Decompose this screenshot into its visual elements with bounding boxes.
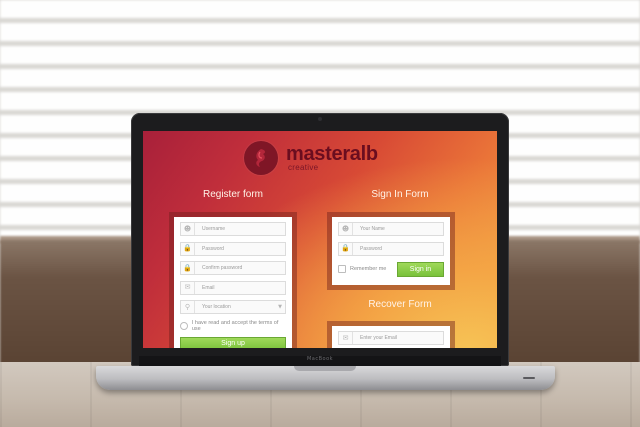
- register-form-title: Register form: [202, 189, 263, 200]
- register-form-card: ☻ Username 🔒 Password 🔒 Confirm password…: [174, 217, 292, 348]
- laptop-hinge: MacBook: [139, 356, 501, 366]
- camera-icon: [318, 117, 322, 121]
- register-location-select[interactable]: ⚲ Your location ▼: [180, 300, 286, 314]
- user-icon: ☻: [339, 223, 353, 235]
- laptop-screen: masteralb creative Register form ☻ Usern…: [143, 131, 497, 348]
- brand-tagline: creative: [288, 163, 319, 172]
- terms-label: I have read and accept the terms of use: [191, 319, 279, 332]
- signin-name-placeholder: Your Name: [360, 226, 385, 232]
- terms-checkbox[interactable]: [180, 321, 188, 330]
- mail-icon: ✉: [181, 281, 195, 294]
- register-password-placeholder: Password: [202, 245, 224, 252]
- register-form-panel: ☻ Username 🔒 Password 🔒 Confirm password…: [169, 212, 297, 348]
- chevron-down-icon: ▼: [278, 304, 282, 310]
- lock-icon: 🔒: [181, 262, 195, 274]
- register-confirm-password-placeholder: Confirm password: [202, 265, 243, 271]
- user-icon: ☻: [181, 223, 195, 235]
- remember-label: Remember me: [350, 266, 387, 272]
- register-password-field[interactable]: 🔒 Password: [180, 241, 286, 256]
- laptop-base: [96, 366, 555, 390]
- lock-icon: 🔒: [339, 242, 353, 255]
- register-username-placeholder: Username: [202, 226, 226, 232]
- signin-password-placeholder: Password: [360, 245, 382, 252]
- laptop-trackpad-notch: [294, 366, 356, 371]
- laptop-status-light: [523, 377, 535, 379]
- brand-logo-icon: [244, 141, 278, 175]
- register-email-placeholder: Email: [202, 284, 215, 291]
- signin-form-card: ☻ Your Name 🔒 Password Remember me Sign …: [332, 217, 450, 285]
- signin-form-panel: ☻ Your Name 🔒 Password Remember me Sign …: [327, 212, 455, 290]
- brand-header: masteralb creative: [244, 141, 404, 175]
- recover-email-placeholder: Enter your Email: [360, 335, 397, 341]
- remember-checkbox[interactable]: [338, 265, 346, 273]
- laptop-lid: masteralb creative Register form ☻ Usern…: [131, 113, 509, 366]
- hinge-label: MacBook: [306, 356, 334, 362]
- signin-form-title: Sign In Form: [371, 189, 429, 200]
- signin-name-field[interactable]: ☻ Your Name: [338, 222, 444, 236]
- signin-password-field[interactable]: 🔒 Password: [338, 241, 444, 256]
- recover-email-field[interactable]: ✉ Enter your Email: [338, 331, 444, 345]
- recover-form-title: Recover Form: [368, 299, 432, 310]
- sign-in-button[interactable]: Sign in: [397, 261, 444, 277]
- lock-icon: 🔒: [181, 242, 195, 255]
- mail-icon: ✉: [339, 332, 353, 344]
- register-username-field[interactable]: ☻ Username: [180, 222, 286, 236]
- signin-actions-row: Remember me Sign in: [338, 261, 444, 277]
- register-email-field[interactable]: ✉ Email: [180, 280, 286, 295]
- recover-form-panel: ✉ Enter your Email: [327, 321, 455, 348]
- recover-form-card: ✉ Enter your Email: [332, 326, 450, 348]
- remember-row: Remember me: [338, 265, 386, 273]
- terms-row: I have read and accept the terms of use: [180, 320, 286, 332]
- register-confirm-password-field[interactable]: 🔒 Confirm password: [180, 261, 286, 275]
- sign-up-button[interactable]: Sign up: [180, 336, 286, 348]
- location-pin-icon: ⚲: [181, 301, 195, 313]
- register-location-placeholder: Your location: [202, 304, 231, 310]
